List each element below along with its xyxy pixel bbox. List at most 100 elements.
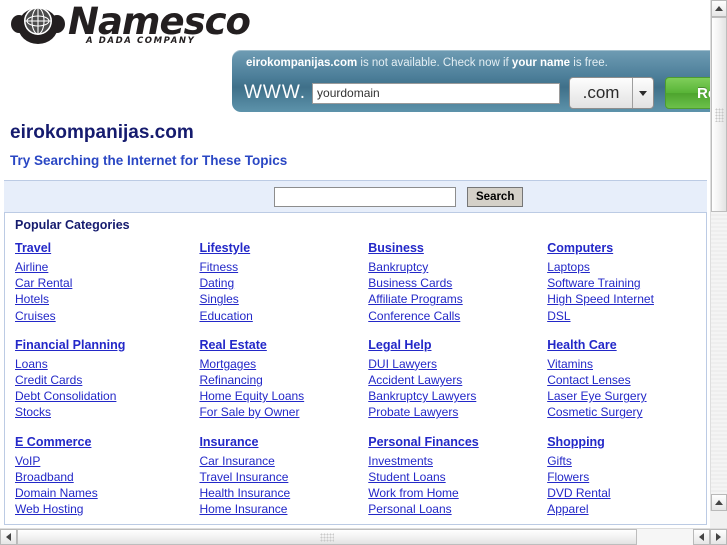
category-link[interactable]: Probate Lawyers — [368, 404, 537, 420]
category-link[interactable]: VoIP — [15, 453, 189, 469]
category-link[interactable]: Bankruptcy — [368, 259, 537, 275]
category-link[interactable]: Education — [199, 308, 358, 324]
scroll-left-arrow-icon-right[interactable] — [693, 529, 710, 545]
domain-search-row: WWW. .com Register — [244, 77, 710, 109]
category-title-link[interactable]: Lifestyle — [199, 240, 358, 256]
category-link[interactable]: Contact Lenses — [547, 372, 706, 388]
category-title-link[interactable]: Real Estate — [199, 337, 358, 353]
category-link[interactable]: Personal Loans — [368, 501, 537, 517]
category-link[interactable]: Health Insurance — [199, 485, 358, 501]
category-column: Financial Planning Loans Credit Cards Debt … — [5, 337, 189, 421]
category-link[interactable]: Loans — [15, 356, 189, 372]
category-link[interactable]: Mortgages — [199, 356, 358, 372]
category-link[interactable]: Work from Home — [368, 485, 537, 501]
category-link[interactable]: Vitamins — [547, 356, 706, 372]
category-title-link[interactable]: Travel — [15, 240, 189, 256]
category-link[interactable]: Refinancing — [199, 372, 358, 388]
category-title-link[interactable]: E Commerce — [15, 434, 189, 450]
category-link[interactable]: Business Cards — [368, 275, 537, 291]
category-link[interactable]: Credit Cards — [15, 372, 189, 388]
category-title-link[interactable]: Financial Planning — [15, 337, 189, 353]
category-link[interactable]: Singles — [199, 291, 358, 307]
category-link[interactable]: High Speed Internet — [547, 291, 706, 307]
category-column: Legal Help DUI Lawyers Accident Lawyers Ban… — [358, 337, 537, 421]
category-title-link[interactable]: Business — [368, 240, 537, 256]
category-title-link[interactable]: Insurance — [199, 434, 358, 450]
category-link[interactable]: Laptops — [547, 259, 706, 275]
namesco-logo[interactable]: Namesco A DADA COMPANY — [10, 2, 251, 46]
category-column: Computers Laptops Software Training High Sp… — [537, 240, 706, 324]
category-link[interactable]: Car Rental — [15, 275, 189, 291]
category-link[interactable]: Laser Eye Surgery — [547, 388, 706, 404]
category-row: E Commerce VoIP Broadband Domain Names Web H… — [5, 434, 706, 518]
scroll-left-arrow-icon[interactable] — [0, 529, 17, 545]
category-link[interactable]: Debt Consolidation — [15, 388, 189, 404]
search-input[interactable] — [274, 187, 456, 207]
www-prefix-label: WWW. — [244, 82, 307, 103]
category-title-link[interactable]: Computers — [547, 240, 706, 256]
category-link[interactable]: Travel Insurance — [199, 469, 358, 485]
category-link[interactable]: Web Hosting — [15, 501, 189, 517]
category-column: Real Estate Mortgages Refinancing Home Equi… — [189, 337, 358, 421]
category-title-link[interactable]: Legal Help — [368, 337, 537, 353]
category-link[interactable]: Bankruptcy Lawyers — [368, 388, 537, 404]
category-link[interactable]: Investments — [368, 453, 537, 469]
category-link[interactable]: Conference Calls — [368, 308, 537, 324]
category-link[interactable]: Gifts — [547, 453, 706, 469]
banner-message: eirokompanijas.com is not available. Che… — [246, 57, 608, 69]
scroll-up-arrow-icon[interactable] — [711, 0, 727, 17]
horizontal-scrollbar-thumb[interactable] — [17, 529, 637, 545]
category-link[interactable]: Flowers — [547, 469, 706, 485]
scroll-right-arrow-icon[interactable] — [710, 529, 727, 545]
category-title-link[interactable]: Personal Finances — [368, 434, 537, 450]
category-link[interactable]: Cruises — [15, 308, 189, 324]
scrollbar-grip-icon-h — [320, 533, 334, 542]
category-link[interactable]: Stocks — [15, 404, 189, 420]
category-link[interactable]: Home Equity Loans — [199, 388, 358, 404]
category-link[interactable]: Home Insurance — [199, 501, 358, 517]
category-link[interactable]: Cosmetic Surgery — [547, 404, 706, 420]
search-button[interactable]: Search — [467, 187, 524, 207]
category-column: E Commerce VoIP Broadband Domain Names Web H… — [5, 434, 189, 518]
vertical-scrollbar-thumb[interactable] — [711, 17, 727, 212]
category-column: Lifestyle Fitness Dating Singles Education — [189, 240, 358, 324]
scroll-up-arrow-icon-bottom[interactable] — [711, 494, 727, 511]
horizontal-scrollbar[interactable] — [0, 528, 727, 545]
category-link[interactable]: For Sale by Owner — [199, 404, 358, 420]
category-link[interactable]: DVD Rental — [547, 485, 706, 501]
category-link[interactable]: Fitness — [199, 259, 358, 275]
category-column: Shopping Gifts Flowers DVD Rental Apparel — [537, 434, 706, 518]
banner-message-end: is free. — [570, 57, 608, 69]
category-link[interactable]: Car Insurance — [199, 453, 358, 469]
category-title-link[interactable]: Shopping — [547, 434, 706, 450]
category-link[interactable]: Hotels — [15, 291, 189, 307]
category-link[interactable]: DSL — [547, 308, 706, 324]
popular-categories-panel: Popular Categories Travel Airline Car Rent… — [4, 213, 707, 525]
category-title-link[interactable]: Health Care — [547, 337, 706, 353]
category-column: Personal Finances Investments Student Loan… — [358, 434, 537, 518]
chevron-down-icon[interactable] — [632, 78, 653, 108]
page-title: eirokompanijas.com — [10, 122, 194, 143]
vertical-scrollbar[interactable] — [710, 0, 727, 528]
search-band: Search — [4, 180, 707, 213]
category-row: Financial Planning Loans Credit Cards Debt … — [5, 337, 706, 421]
category-link[interactable]: Student Loans — [368, 469, 537, 485]
logo-tagline: A DADA COMPANY — [86, 36, 196, 46]
category-link[interactable]: Accident Lawyers — [368, 372, 537, 388]
register-button[interactable]: Register — [665, 77, 710, 109]
category-link[interactable]: Airline — [15, 259, 189, 275]
tld-select[interactable]: .com — [569, 77, 655, 109]
category-link[interactable]: Domain Names — [15, 485, 189, 501]
category-link[interactable]: Broadband — [15, 469, 189, 485]
banner-message-mid: is not available. Check now if — [357, 57, 512, 69]
category-link[interactable]: DUI Lawyers — [368, 356, 537, 372]
popular-categories-heading: Popular Categories — [15, 218, 130, 232]
category-link[interactable]: Affiliate Programs — [368, 291, 537, 307]
category-link[interactable]: Software Training — [547, 275, 706, 291]
category-link[interactable]: Apparel — [547, 501, 706, 517]
category-column: Business Bankruptcy Business Cards Affiliat… — [358, 240, 537, 324]
domain-name-input[interactable] — [312, 82, 561, 104]
category-column: Health Care Vitamins Contact Lenses Laser E… — [537, 337, 706, 421]
category-link[interactable]: Dating — [199, 275, 358, 291]
page-title-block: eirokompanijas.com Try Searching the Int… — [10, 122, 287, 168]
